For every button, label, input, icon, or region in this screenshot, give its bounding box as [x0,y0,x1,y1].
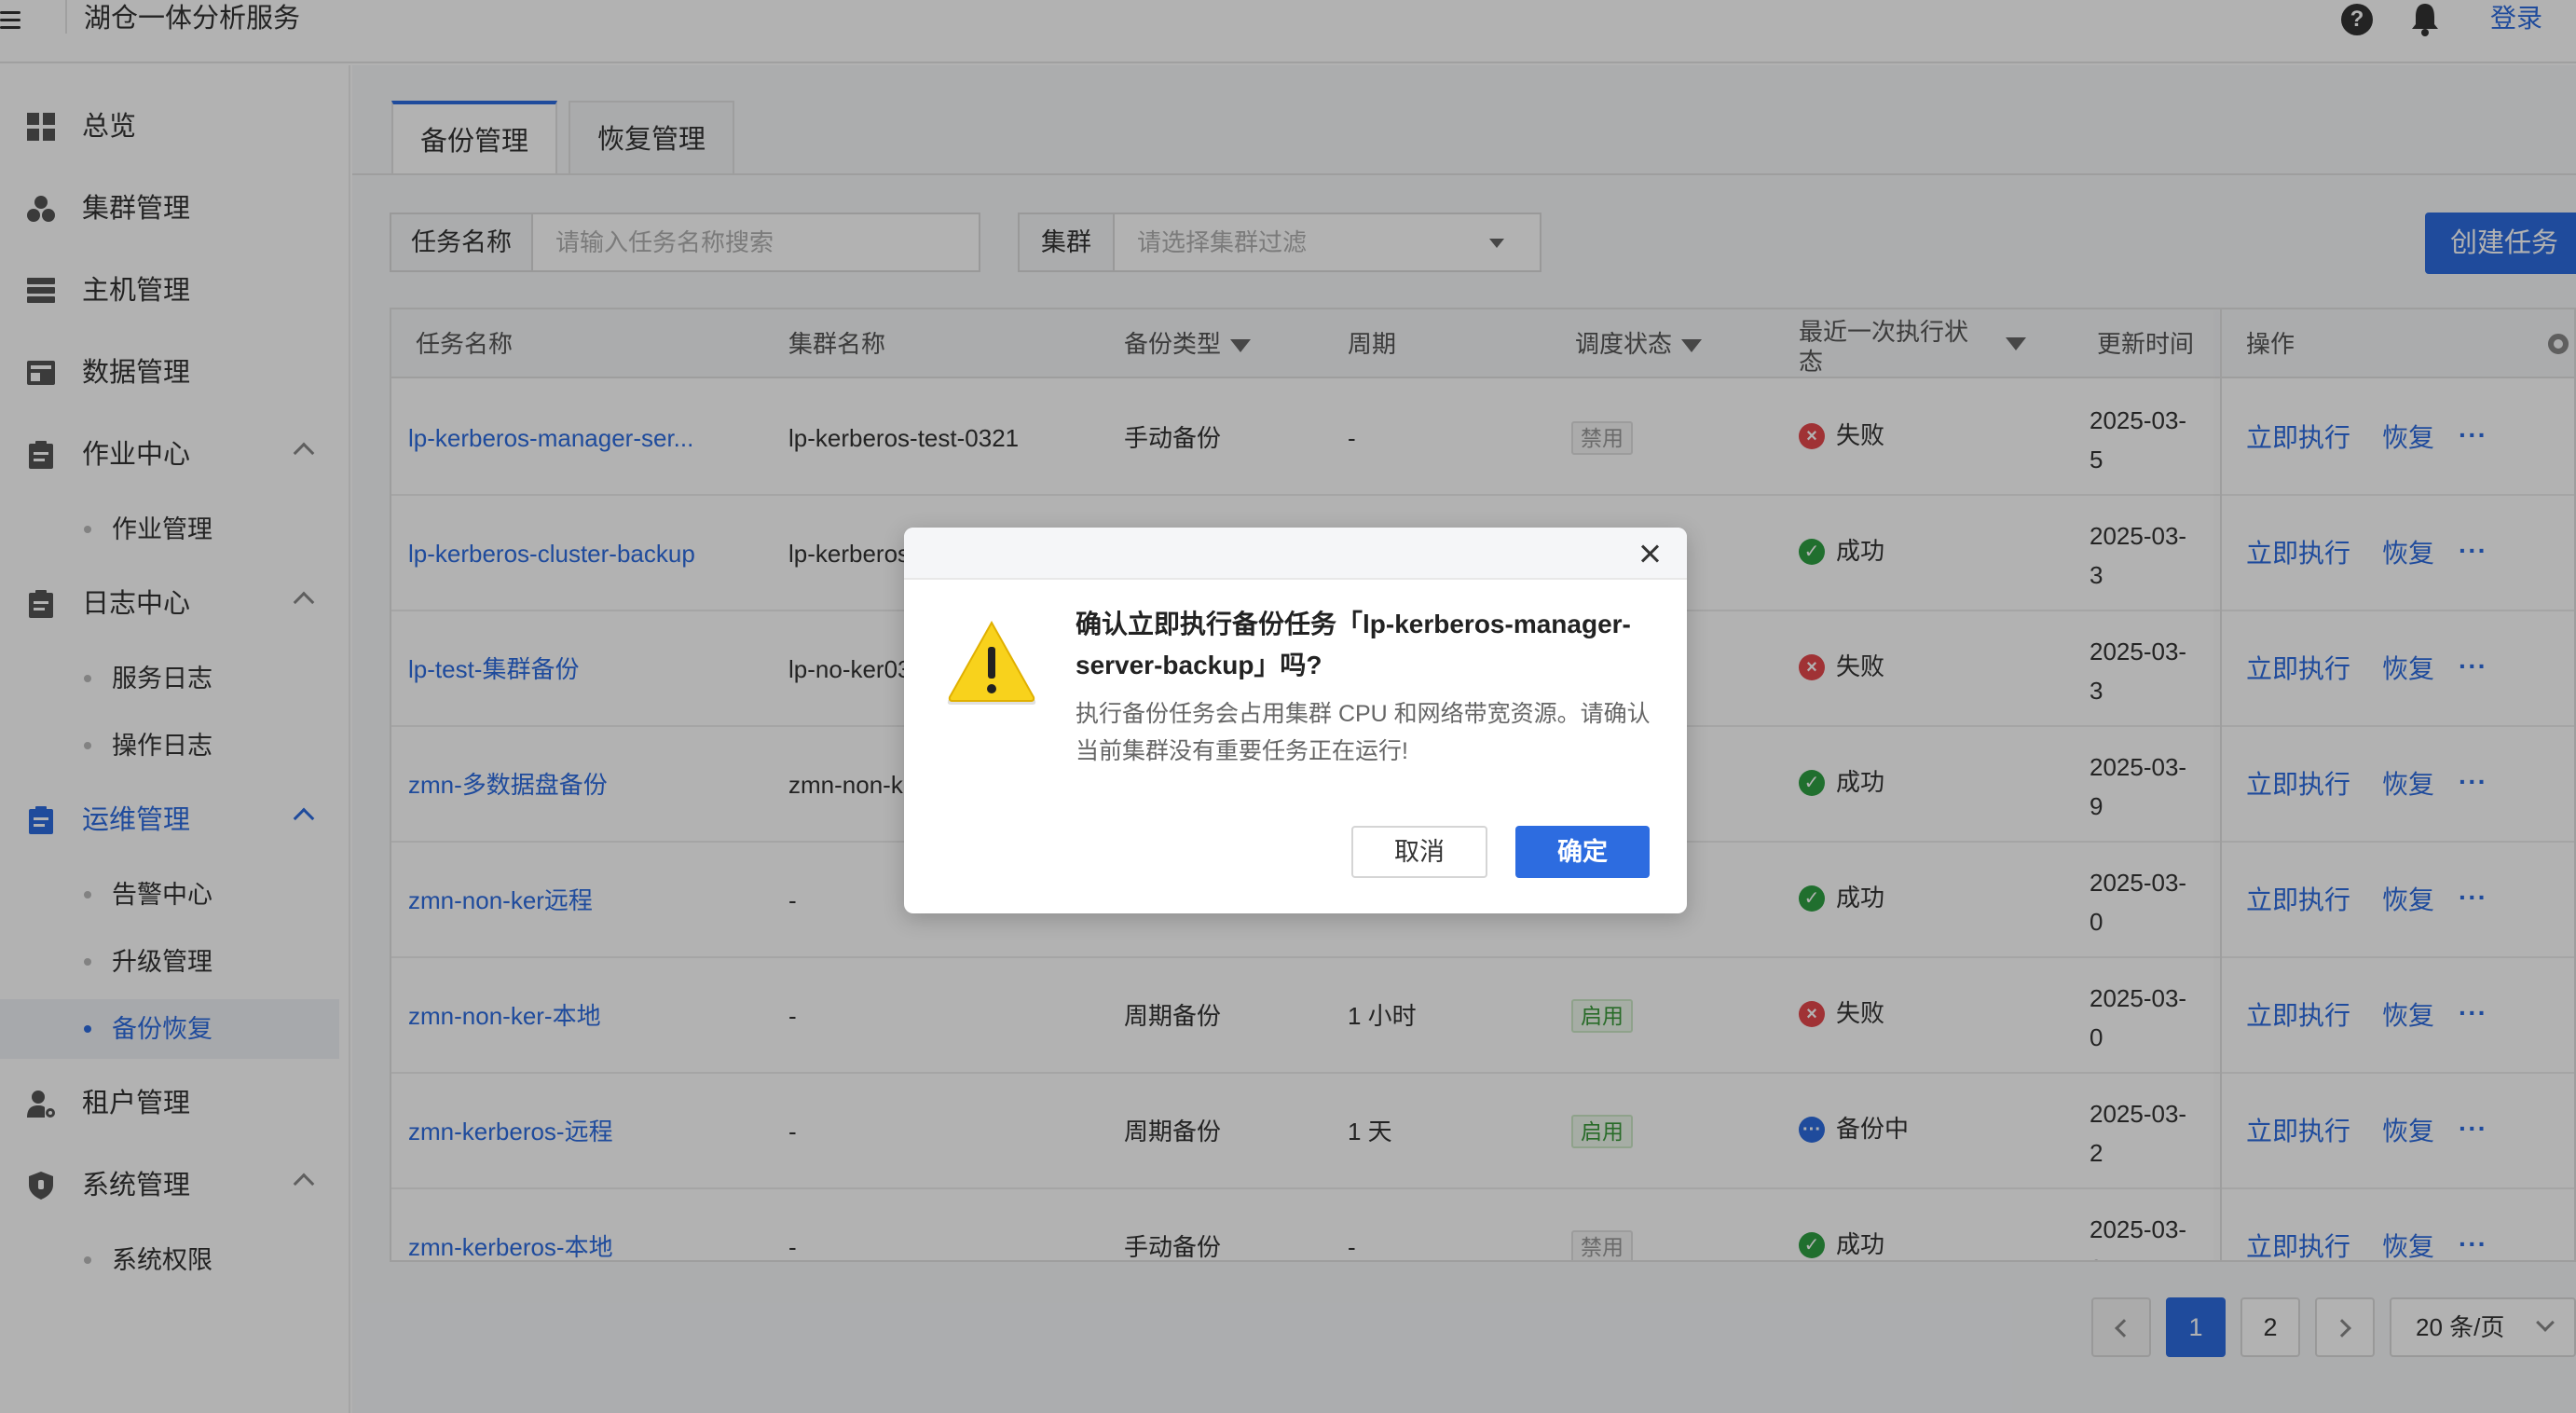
confirm-dialog: 确认立即执行备份任务「lp-kerberos-manager-server-ba… [904,528,1687,913]
cancel-button[interactable]: 取消 [1351,826,1487,878]
dialog-title: 确认立即执行备份任务「lp-kerberos-manager-server-ba… [1076,610,1631,679]
warning-icon [947,621,1036,705]
dialog-header [904,528,1687,580]
dialog-description: 执行备份任务会占用集群 CPU 和网络带宽资源。请确认当前集群没有重要任务正在运… [1076,701,1651,764]
confirm-button[interactable]: 确定 [1515,826,1650,878]
close-icon[interactable] [1638,542,1661,565]
